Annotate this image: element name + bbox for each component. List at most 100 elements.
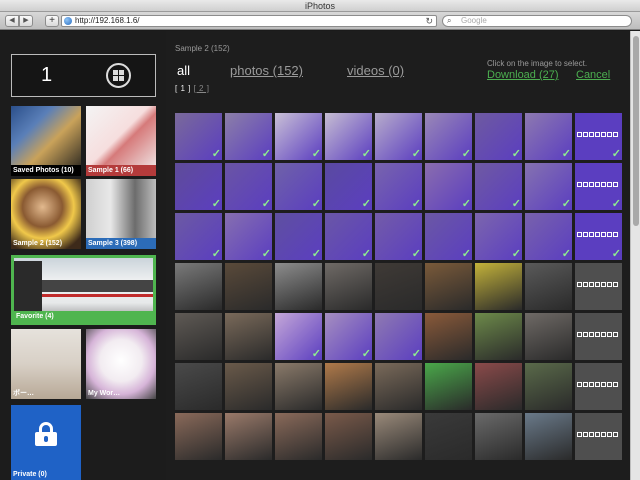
loading-dots xyxy=(577,132,620,137)
photo-thumb[interactable] xyxy=(475,363,522,410)
photo-thumb-selected[interactable]: ✓ xyxy=(325,163,372,210)
photo-thumb-selected[interactable]: ✓ xyxy=(375,163,422,210)
photo-thumb[interactable] xyxy=(475,263,522,310)
scrollbar[interactable] xyxy=(630,31,640,480)
photo-thumb[interactable] xyxy=(375,413,422,460)
photo-placeholder[interactable] xyxy=(575,263,622,310)
scrollbar-thumb[interactable] xyxy=(633,36,639,226)
album-sample-2[interactable]: Sample 2 (152) xyxy=(11,179,81,249)
photo-thumb[interactable] xyxy=(425,313,472,360)
photo-thumb-selected[interactable]: ✓ xyxy=(325,313,372,360)
photo-thumb[interactable] xyxy=(225,413,272,460)
album-my-works[interactable]: My Wor… xyxy=(86,329,156,399)
photo-placeholder[interactable] xyxy=(575,313,622,360)
photo-placeholder[interactable] xyxy=(575,363,622,410)
photo-thumb-selected[interactable]: ✓ xyxy=(225,213,272,260)
photo-thumb[interactable] xyxy=(175,413,222,460)
photo-thumb-selected[interactable]: ✓ xyxy=(225,163,272,210)
photo-thumb[interactable] xyxy=(275,263,322,310)
globe-icon xyxy=(64,17,72,25)
loading-dots xyxy=(577,182,620,187)
check-icon: ✓ xyxy=(561,198,571,210)
photo-thumb-selected[interactable]: ✓ xyxy=(175,213,222,260)
photo-thumb[interactable] xyxy=(375,363,422,410)
album-private[interactable]: Private (0) xyxy=(11,405,81,480)
photo-placeholder[interactable] xyxy=(575,413,622,460)
album-label: Saved Photos (10) xyxy=(11,165,81,176)
photo-thumb[interactable] xyxy=(275,413,322,460)
photo-placeholder[interactable]: ✓ xyxy=(575,213,622,260)
photo-thumb[interactable] xyxy=(425,263,472,310)
photo-thumb[interactable] xyxy=(375,263,422,310)
photo-thumb-selected[interactable]: ✓ xyxy=(275,163,322,210)
address-bar[interactable]: http://192.168.1.6/ ↻ xyxy=(61,15,437,27)
photo-thumb[interactable] xyxy=(525,313,572,360)
loading-dots xyxy=(577,282,620,287)
check-icon: ✓ xyxy=(211,198,221,210)
photo-thumb-selected[interactable]: ✓ xyxy=(525,163,572,210)
photo-placeholder[interactable]: ✓ xyxy=(575,163,622,210)
tab-videos[interactable]: videos (0) xyxy=(347,63,404,78)
url-text[interactable]: http://192.168.1.6/ xyxy=(75,16,140,26)
photo-thumb-selected[interactable]: ✓ xyxy=(525,113,572,160)
photo-thumb[interactable] xyxy=(225,263,272,310)
album-sample-1[interactable]: Sample 1 (66) xyxy=(86,106,156,176)
photo-thumb[interactable] xyxy=(475,313,522,360)
photo-thumb-selected[interactable]: ✓ xyxy=(375,313,422,360)
photo-thumb-selected[interactable]: ✓ xyxy=(275,313,322,360)
grid-view-icon[interactable] xyxy=(106,63,131,88)
photo-thumb[interactable] xyxy=(325,363,372,410)
selection-counter[interactable]: 1 xyxy=(11,54,156,97)
add-bookmark-button[interactable]: + xyxy=(45,15,59,27)
photo-thumb[interactable] xyxy=(275,363,322,410)
check-icon: ✓ xyxy=(461,198,471,210)
photo-thumb-selected[interactable]: ✓ xyxy=(375,213,422,260)
photo-thumb-selected[interactable]: ✓ xyxy=(525,213,572,260)
album-favorite[interactable]: Favorite (4) xyxy=(11,255,156,325)
photo-thumb[interactable] xyxy=(225,313,272,360)
photo-thumb[interactable] xyxy=(175,363,222,410)
photo-placeholder[interactable]: ✓ xyxy=(575,113,622,160)
photo-thumb-selected[interactable]: ✓ xyxy=(375,113,422,160)
download-link[interactable]: Download (27) xyxy=(487,69,559,81)
photo-thumb-selected[interactable]: ✓ xyxy=(325,113,372,160)
photo-thumb[interactable] xyxy=(525,413,572,460)
photo-thumb-selected[interactable]: ✓ xyxy=(475,163,522,210)
photo-thumb-selected[interactable]: ✓ xyxy=(425,213,472,260)
check-icon: ✓ xyxy=(411,198,421,210)
photo-thumb[interactable] xyxy=(175,263,222,310)
photo-thumb[interactable] xyxy=(525,363,572,410)
photo-thumb-selected[interactable]: ✓ xyxy=(425,113,472,160)
photo-thumb-selected[interactable]: ✓ xyxy=(325,213,372,260)
photo-thumb-selected[interactable]: ✓ xyxy=(175,113,222,160)
forward-button[interactable]: ▶ xyxy=(19,15,33,27)
photo-thumb[interactable] xyxy=(325,413,372,460)
photo-thumb-selected[interactable]: ✓ xyxy=(425,163,472,210)
album-sample-3[interactable]: Sample 3 (398) xyxy=(86,179,156,249)
photo-thumb-selected[interactable]: ✓ xyxy=(475,213,522,260)
photo-thumb[interactable] xyxy=(425,363,472,410)
tab-photos[interactable]: photos (152) xyxy=(230,63,303,78)
photo-thumb[interactable] xyxy=(175,313,222,360)
search-field[interactable]: ⌕ Google xyxy=(442,15,632,27)
check-icon: ✓ xyxy=(511,198,521,210)
photo-thumb[interactable] xyxy=(225,363,272,410)
reload-icon[interactable]: ↻ xyxy=(425,15,433,27)
photo-thumb-selected[interactable]: ✓ xyxy=(275,113,322,160)
tab-all[interactable]: all xyxy=(177,63,190,78)
photo-thumb[interactable] xyxy=(525,263,572,310)
page-next-link[interactable]: [ 2 ] xyxy=(194,84,210,93)
photo-thumb[interactable] xyxy=(475,413,522,460)
cancel-link[interactable]: Cancel xyxy=(576,69,610,81)
photo-thumb[interactable] xyxy=(325,263,372,310)
album-saved-photos[interactable]: Saved Photos (10) xyxy=(11,106,81,176)
photo-thumb-selected[interactable]: ✓ xyxy=(225,113,272,160)
photo-thumb-selected[interactable]: ✓ xyxy=(275,213,322,260)
album-label: Sample 2 (152) xyxy=(13,240,63,247)
photo-thumb-selected[interactable]: ✓ xyxy=(475,113,522,160)
photo-thumb[interactable] xyxy=(425,413,472,460)
check-icon: ✓ xyxy=(611,148,621,160)
photo-thumb-selected[interactable]: ✓ xyxy=(175,163,222,210)
back-button[interactable]: ◀ xyxy=(5,15,19,27)
album-portrait[interactable]: ボー… xyxy=(11,329,81,399)
